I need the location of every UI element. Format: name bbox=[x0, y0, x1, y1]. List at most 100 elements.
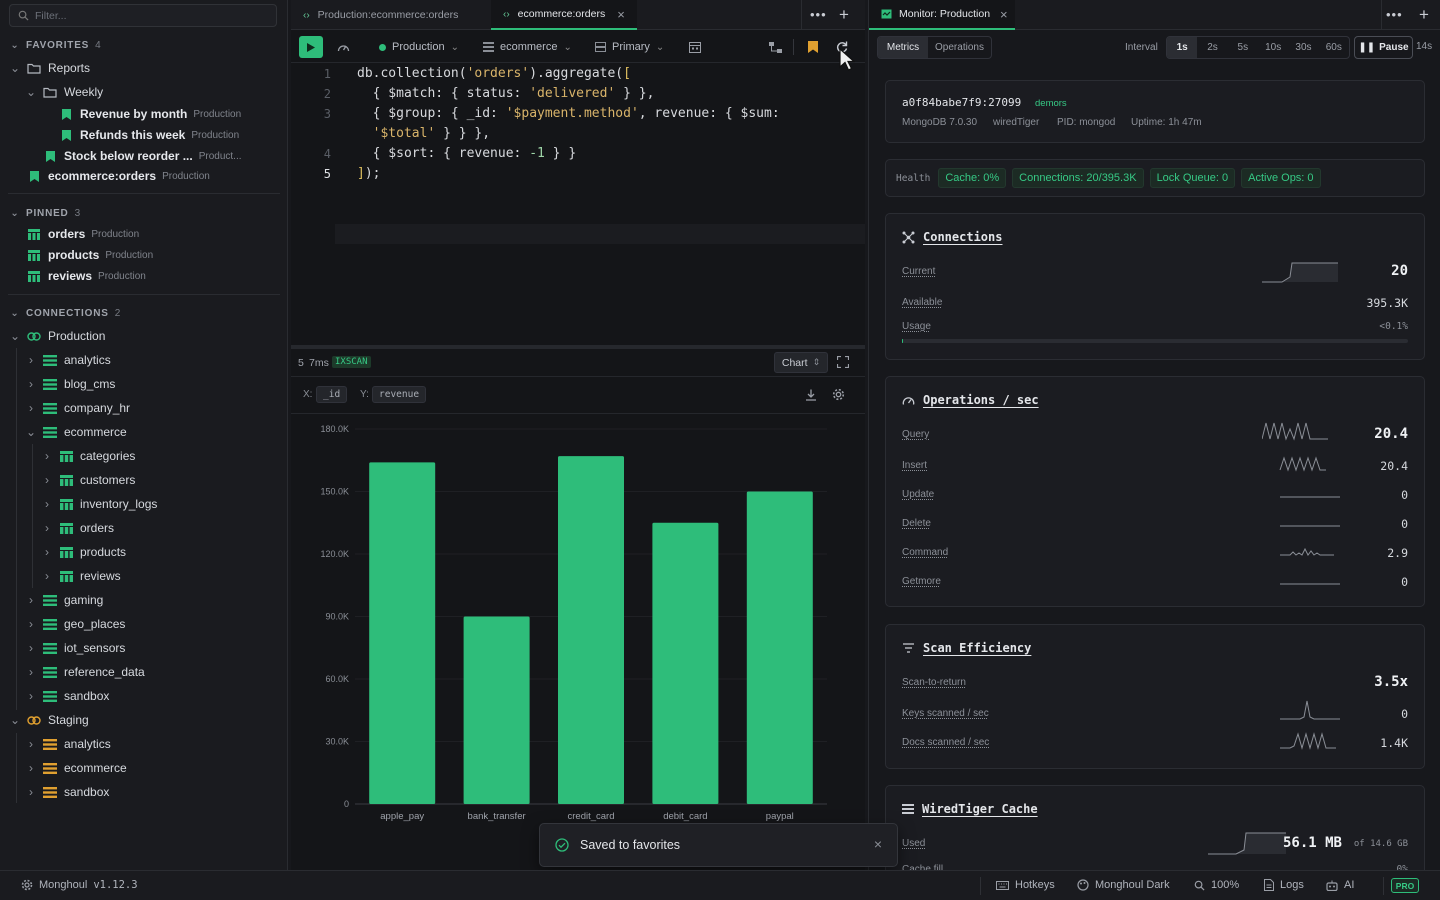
pinned-item[interactable]: products Production bbox=[26, 244, 153, 266]
chevron-down-icon: ⌄ bbox=[25, 425, 37, 439]
tree-item-label: customers bbox=[80, 473, 136, 487]
y-tick-label: 150.0K bbox=[320, 487, 349, 497]
pause-button[interactable]: ❚❚ Pause bbox=[1354, 36, 1413, 59]
tab-monitor-production[interactable]: Monitor: Production × bbox=[869, 0, 1015, 30]
bar-paypal[interactable] bbox=[746, 491, 813, 805]
database-select[interactable]: ecommerce ⌄ bbox=[483, 37, 572, 57]
bar-apple_pay[interactable] bbox=[369, 462, 436, 804]
interval-2s[interactable]: 2s bbox=[1197, 37, 1227, 58]
current-line-highlight bbox=[335, 224, 865, 244]
interval-5s[interactable]: 5s bbox=[1228, 37, 1258, 58]
collection-item[interactable]: › customers bbox=[40, 469, 135, 491]
metric-value: 56.1 MB bbox=[1282, 835, 1342, 851]
pane-splitter[interactable] bbox=[291, 345, 865, 349]
database-item[interactable]: › ecommerce bbox=[24, 757, 127, 779]
folder-weekly[interactable]: ⌄ Weekly bbox=[24, 81, 103, 103]
connection-production[interactable]: ⌄ Production bbox=[8, 325, 105, 347]
chevron-right-icon: › bbox=[29, 737, 33, 751]
folder-reports[interactable]: ⌄ Reports bbox=[8, 57, 90, 79]
y-axis-field[interactable]: revenue bbox=[372, 386, 427, 403]
calendar-icon[interactable] bbox=[689, 37, 701, 57]
hotkeys-button[interactable]: Hotkeys bbox=[996, 879, 1055, 891]
connection-staging[interactable]: ⌄ Staging bbox=[8, 709, 89, 731]
collection-item[interactable]: › inventory_logs bbox=[40, 493, 157, 515]
collection-item[interactable]: › orders bbox=[40, 517, 114, 539]
bookmark-icon[interactable] bbox=[808, 37, 818, 57]
tree-item-label: sandbox bbox=[64, 785, 110, 799]
database-item[interactable]: › geo_places bbox=[24, 613, 125, 635]
view-mode-select[interactable]: Chart ⇕ bbox=[774, 352, 828, 373]
subtab-operations[interactable]: Operations bbox=[928, 37, 991, 58]
collection-item[interactable]: › products bbox=[40, 541, 126, 563]
database-item[interactable]: › sandbox bbox=[24, 685, 109, 707]
connections-header[interactable]: ⌄ CONNECTIONS 2 bbox=[8, 304, 121, 322]
close-icon[interactable]: × bbox=[1000, 7, 1008, 22]
settings-gear-icon[interactable] bbox=[832, 388, 845, 401]
health-chip: Active Ops: 0 bbox=[1241, 168, 1321, 188]
collection-item[interactable]: › reviews bbox=[40, 565, 121, 587]
pro-badge[interactable]: PRO bbox=[1391, 878, 1419, 893]
database-item[interactable]: › blog_cms bbox=[24, 373, 115, 395]
run-button[interactable] bbox=[299, 36, 323, 58]
database-item[interactable]: › analytics bbox=[24, 733, 111, 755]
interval-60s[interactable]: 60s bbox=[1319, 37, 1349, 58]
theme-button[interactable]: Monghoul Dark bbox=[1077, 879, 1170, 891]
favorite-item[interactable]: Revenue by month Production bbox=[58, 103, 241, 125]
x-axis-field[interactable]: _id bbox=[316, 386, 348, 403]
card-title-text: WiredTiger Cache bbox=[922, 802, 1038, 816]
download-icon[interactable] bbox=[805, 389, 817, 401]
code-icon: ‹› bbox=[303, 9, 310, 21]
bar-debit_card[interactable] bbox=[652, 522, 719, 804]
more-icon[interactable]: ••• bbox=[810, 7, 827, 22]
palette-icon bbox=[1077, 879, 1089, 891]
tab-production-orders[interactable]: ‹› Production:ecommerce:orders bbox=[291, 0, 489, 30]
tab-ecommerce-orders[interactable]: ‹› ecommerce:orders × bbox=[491, 0, 637, 30]
favorite-item[interactable]: Stock below reorder ... Product... bbox=[42, 145, 242, 167]
zoom-button[interactable]: 100% bbox=[1194, 879, 1239, 891]
new-tab-icon[interactable]: + bbox=[839, 5, 849, 25]
chevron-down-icon: ⌄ bbox=[450, 41, 459, 53]
divider bbox=[801, 0, 802, 30]
favorite-item[interactable]: ecommerce:orders Production bbox=[26, 165, 210, 187]
pinned-header[interactable]: ⌄ PINNED 3 bbox=[8, 204, 81, 222]
ai-button[interactable]: AI bbox=[1326, 879, 1354, 891]
database-item[interactable]: › reference_data bbox=[24, 661, 145, 683]
database-item[interactable]: › analytics bbox=[24, 349, 111, 371]
pause-label: Pause bbox=[1379, 42, 1409, 53]
explain-icon[interactable] bbox=[337, 37, 350, 57]
database-icon bbox=[483, 42, 494, 52]
expand-icon[interactable] bbox=[837, 356, 849, 368]
read-preference-select[interactable]: Primary ⌄ bbox=[595, 37, 664, 57]
collection-item[interactable]: › categories bbox=[40, 445, 135, 467]
favorites-header[interactable]: ⌄ FAVORITES 4 bbox=[8, 36, 102, 54]
database-item[interactable]: ⌄ ecommerce bbox=[24, 421, 127, 443]
database-item[interactable]: › sandbox bbox=[24, 781, 109, 803]
interval-1s[interactable]: 1s bbox=[1167, 37, 1198, 58]
metric-label: Docs scanned / sec bbox=[902, 737, 990, 748]
favorite-item[interactable]: Refunds this week Production bbox=[58, 124, 239, 146]
code-bracket: ] bbox=[357, 166, 365, 181]
logs-button[interactable]: Logs bbox=[1264, 879, 1304, 891]
connection-select[interactable]: Production ⌄ bbox=[379, 37, 459, 57]
pinned-item[interactable]: reviews Production bbox=[26, 265, 146, 287]
code-editor[interactable]: 1 2 3 4 5 db.collection('orders').aggreg… bbox=[291, 64, 865, 346]
database-item[interactable]: › gaming bbox=[24, 589, 103, 611]
interval-30s[interactable]: 30s bbox=[1288, 37, 1318, 58]
database-item[interactable]: › company_hr bbox=[24, 397, 130, 419]
more-icon[interactable]: ••• bbox=[1386, 7, 1403, 22]
app-info[interactable]: Monghoul v1.12.3 bbox=[21, 879, 138, 891]
subtab-metrics[interactable]: Metrics bbox=[878, 37, 928, 58]
new-tab-icon[interactable]: + bbox=[1419, 5, 1429, 25]
bar-bank_transfer[interactable] bbox=[463, 616, 530, 805]
interval-10s[interactable]: 10s bbox=[1258, 37, 1288, 58]
bar-credit_card[interactable] bbox=[558, 456, 624, 804]
tree-item-label: ecommerce bbox=[64, 761, 127, 775]
close-icon[interactable]: × bbox=[874, 836, 882, 852]
close-icon[interactable]: × bbox=[617, 7, 625, 22]
list-icon bbox=[902, 804, 914, 814]
connections-card: Connections Current 20 Available 395.3K … bbox=[885, 213, 1425, 360]
pinned-item[interactable]: orders Production bbox=[26, 223, 139, 245]
database-item[interactable]: › iot_sensors bbox=[24, 637, 125, 659]
schema-icon[interactable] bbox=[769, 37, 782, 57]
filter-input[interactable]: Filter... bbox=[9, 4, 277, 27]
